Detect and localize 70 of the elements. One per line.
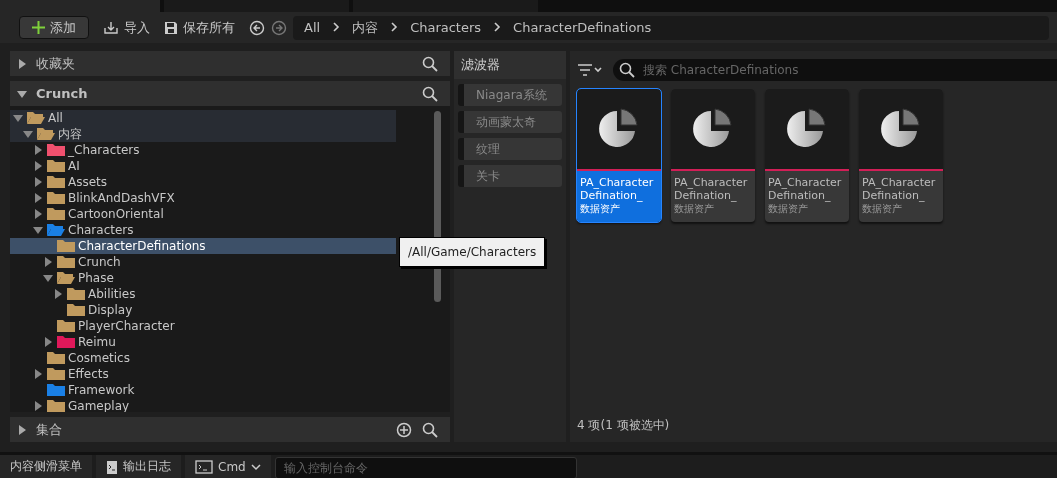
tree-item[interactable]: Framework bbox=[10, 382, 396, 398]
filter-chip[interactable]: 纹理 bbox=[458, 138, 562, 160]
tree-item[interactable]: 内容 bbox=[10, 126, 396, 142]
breadcrumb-item[interactable]: CharacterDefinations bbox=[513, 20, 652, 35]
tree-item[interactable]: Phase bbox=[10, 270, 396, 286]
asset-tile[interactable]: PA_Character Defination_ 数据资产 bbox=[577, 89, 661, 222]
section-title: Crunch bbox=[36, 86, 89, 101]
tree-item[interactable]: Crunch bbox=[10, 254, 396, 270]
tree-item[interactable]: PlayerCharacter bbox=[10, 318, 396, 334]
add-icon[interactable] bbox=[396, 421, 412, 438]
tree-item[interactable]: _Characters bbox=[10, 142, 396, 158]
tree-item[interactable]: Reimu bbox=[10, 334, 396, 350]
search-icon[interactable] bbox=[422, 421, 438, 438]
collections-header[interactable]: 集合 bbox=[10, 417, 450, 442]
asset-name: PA_Character Defination_ bbox=[579, 175, 655, 202]
asset-type: 数据资产 bbox=[579, 202, 621, 216]
plus-icon bbox=[32, 21, 45, 34]
tree-item[interactable]: CartoonOriental bbox=[10, 206, 396, 222]
filter-chip[interactable]: Niagara系统 bbox=[458, 84, 562, 106]
forward-icon[interactable] bbox=[271, 19, 287, 36]
tree-item[interactable]: Cosmetics bbox=[10, 350, 396, 366]
project-header[interactable]: Crunch bbox=[10, 81, 450, 106]
asset-name: PA_Character Defination_ bbox=[673, 175, 749, 202]
asset-name: PA_Character Defination_ bbox=[861, 175, 937, 202]
breadcrumb-item[interactable]: 内容 bbox=[352, 18, 379, 37]
filter-icon[interactable] bbox=[577, 63, 603, 77]
tree-item[interactable]: Effects bbox=[10, 366, 396, 382]
console-input[interactable]: 输入控制台命令 bbox=[274, 457, 577, 478]
filters-title: 滤波器 bbox=[454, 51, 566, 79]
section-title: 集合 bbox=[36, 420, 63, 439]
search-icon[interactable] bbox=[422, 55, 438, 72]
asset-tile[interactable]: PA_Character Defination_ 数据资产 bbox=[671, 89, 755, 222]
import-button[interactable]: 导入 bbox=[103, 18, 150, 37]
output-log-button[interactable]: 输出日志 bbox=[96, 455, 181, 478]
search-icon bbox=[619, 62, 635, 78]
tree-item[interactable]: BlinkAndDashVFX bbox=[10, 190, 396, 206]
back-icon[interactable] bbox=[249, 19, 265, 36]
tree-item[interactable]: All bbox=[10, 110, 396, 126]
tree-item[interactable]: Abilities bbox=[10, 286, 396, 302]
asset-tile[interactable]: PA_Character Defination_ 数据资产 bbox=[859, 89, 943, 222]
breadcrumb-item[interactable]: All bbox=[304, 20, 321, 35]
search-box[interactable]: 搜索 CharacterDefinations bbox=[613, 59, 1057, 81]
tree-item[interactable]: Gameplay bbox=[10, 398, 396, 412]
add-button[interactable]: 添加 bbox=[19, 16, 89, 39]
item-count: 4 项(1 项被选中) bbox=[577, 417, 671, 434]
log-icon bbox=[106, 458, 118, 475]
tree-item[interactable]: Characters bbox=[10, 222, 396, 238]
section-title: 收藏夹 bbox=[36, 54, 76, 73]
content-drawer-button[interactable]: 内容侧滑菜单 bbox=[0, 455, 92, 478]
favorites-header[interactable]: 收藏夹 bbox=[10, 51, 450, 76]
save-all-button[interactable]: 保存所有 bbox=[164, 18, 235, 37]
asset-name: PA_Character Defination_ bbox=[767, 175, 843, 202]
search-field[interactable]: 搜索 CharacterDefinations bbox=[641, 62, 1057, 78]
breadcrumb-item[interactable]: Characters bbox=[410, 20, 482, 35]
tree-item[interactable]: Display bbox=[10, 302, 396, 318]
tree-item[interactable]: Assets bbox=[10, 174, 396, 190]
tree-item[interactable]: AI bbox=[10, 158, 396, 174]
asset-type: 数据资产 bbox=[767, 202, 809, 216]
import-icon bbox=[103, 20, 119, 35]
asset-type: 数据资产 bbox=[861, 202, 903, 216]
search-icon[interactable] bbox=[422, 85, 438, 102]
asset-type: 数据资产 bbox=[673, 202, 715, 216]
tree-item[interactable]: CharacterDefinations bbox=[10, 238, 396, 254]
asset-tile[interactable]: PA_Character Defination_ 数据资产 bbox=[765, 89, 849, 222]
filter-chip[interactable]: 动画蒙太奇 bbox=[458, 111, 562, 133]
cmd-button[interactable]: Cmd bbox=[185, 455, 271, 478]
filter-chip[interactable]: 关卡 bbox=[458, 165, 562, 187]
path-tooltip: /All/Game/Characters bbox=[399, 237, 546, 267]
caret-icon bbox=[250, 462, 261, 471]
terminal-icon bbox=[195, 459, 213, 474]
